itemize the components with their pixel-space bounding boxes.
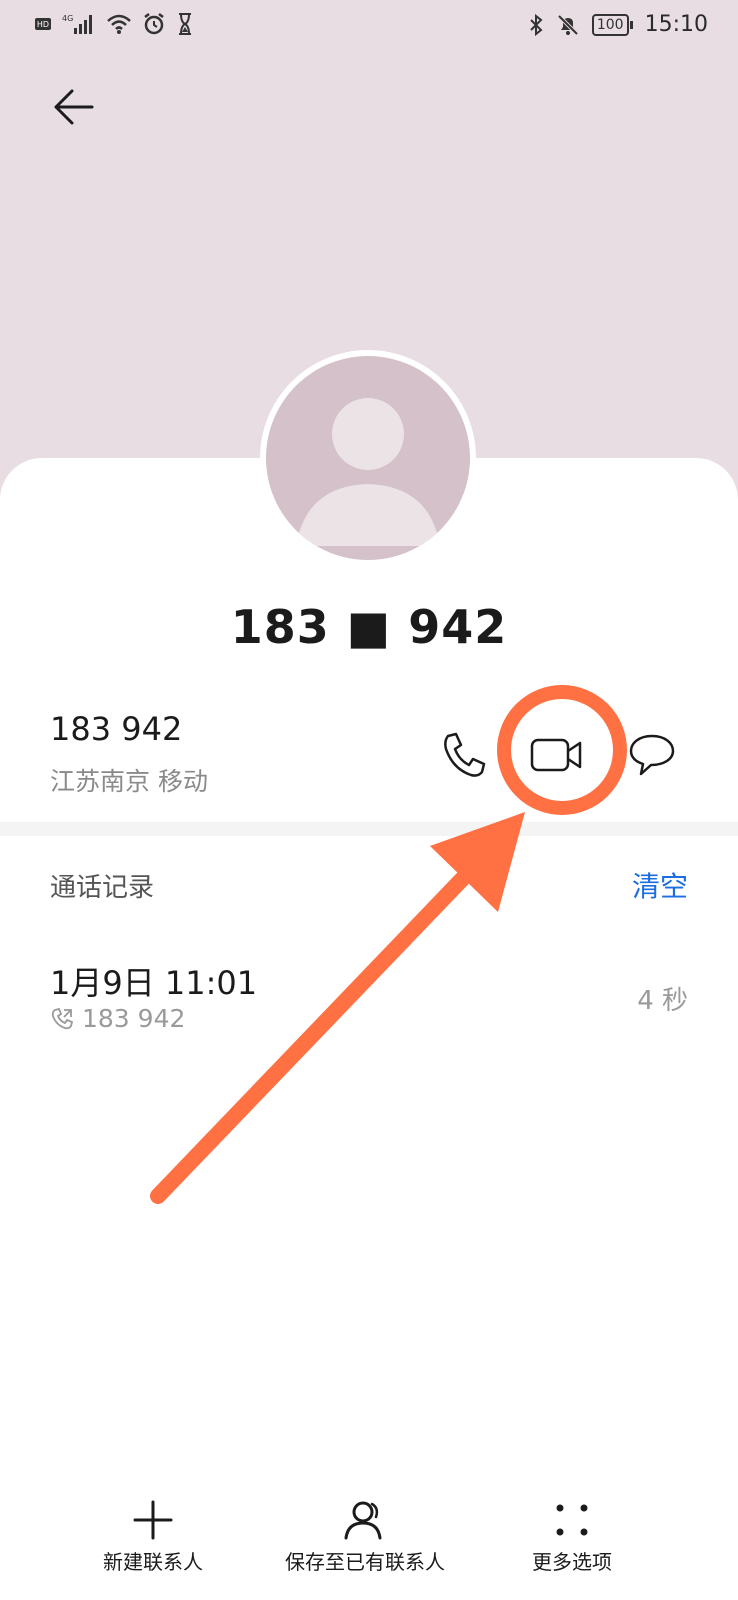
person-icon [344,1501,382,1540]
status-bar: HD 4G 100 15:10 [0,0,738,52]
video-call-icon [530,738,582,772]
call-log-time: 1月9日 11:01 [50,964,258,1002]
save-to-existing-label: 保存至已有联系人 [285,1550,445,1574]
svg-text:HD: HD [37,20,49,29]
add-icon [133,1500,173,1540]
alarm-icon [144,13,164,35]
person-placeholder-icon [296,398,440,546]
number-row[interactable]: 183 942 江苏南京 移动 [50,710,208,798]
phone-number: 183 942 [50,710,183,748]
hourglass-icon [179,13,191,35]
call-log-title: 通话记录 [50,873,155,903]
more-icon [556,1504,588,1536]
back-arrow-icon [54,89,94,125]
battery-level: 100 [591,13,629,36]
contact-number-title: 183 ■ 942 [230,600,508,654]
phone-icon [444,732,486,777]
back-button[interactable] [48,82,98,132]
battery-icon: 100 [591,13,633,36]
outgoing-call-icon [51,1007,74,1029]
message-button[interactable] [627,730,677,780]
save-to-existing-contact-button[interactable]: 保存至已有联系人 [280,1500,450,1575]
hd-icon: HD [35,18,51,30]
number-location: 江苏南京 移动 [50,767,208,796]
new-contact-label: 新建联系人 [103,1550,203,1574]
call-log-duration: 4 秒 [637,986,688,1016]
more-options-label: 更多选项 [532,1550,612,1574]
avatar [266,356,470,560]
clear-log-button[interactable]: 清空 [632,865,688,905]
message-icon [629,734,675,776]
mute-icon [557,14,579,35]
video-call-button[interactable] [530,730,586,780]
voice-call-button[interactable] [438,730,494,780]
svg-text:4G: 4G [62,14,73,23]
section-divider [0,822,738,836]
call-log-number: 183 942 [82,1004,186,1033]
more-options-button[interactable]: 更多选项 [527,1500,617,1575]
new-contact-button[interactable]: 新建联系人 [98,1500,208,1575]
call-log-number-row: 183 942 [50,1004,185,1033]
status-time: 15:10 [644,12,708,37]
bottom-toolbar: 新建联系人 保存至已有联系人 更多选项 [0,1500,738,1600]
wifi-icon [107,14,131,34]
bluetooth-icon [530,13,543,36]
signal-4g-icon: 4G [62,14,92,34]
